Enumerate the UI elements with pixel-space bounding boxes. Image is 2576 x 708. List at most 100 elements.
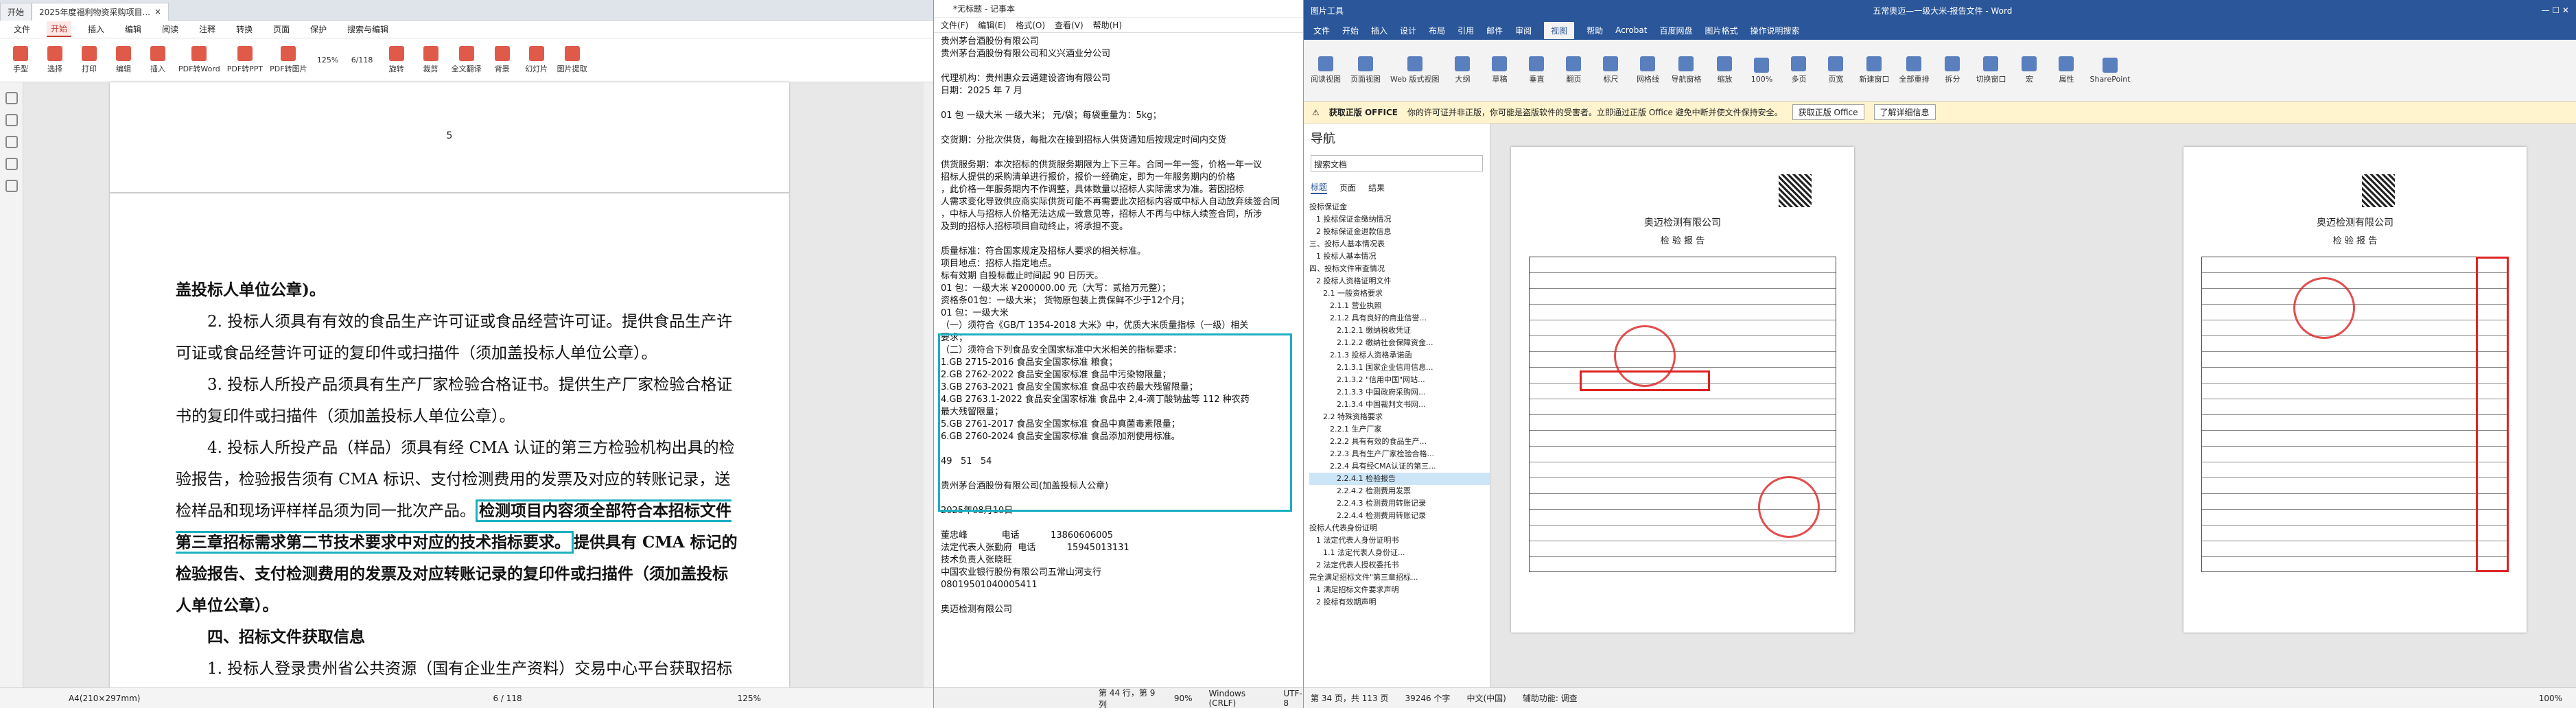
menu-edit[interactable]: 编辑(E) xyxy=(978,19,1006,31)
menu-insert[interactable]: 插入 xyxy=(84,22,108,36)
nav-heading-item[interactable]: 四、投标文件审查情况 xyxy=(1309,263,1490,275)
translate-button[interactable]: 全文翻译 xyxy=(452,46,482,74)
ribbon-tab[interactable]: 视图 xyxy=(1544,21,1575,39)
menu-view[interactable]: 查看(V) xyxy=(1055,19,1084,31)
menu-edit[interactable]: 编辑 xyxy=(121,22,145,36)
nav-tab-headings[interactable]: 标题 xyxy=(1311,181,1328,194)
nav-heading-item[interactable]: 2 投标有效期声明 xyxy=(1309,596,1490,609)
nav-heading-item[interactable]: 2 法定代表人授权委托书 xyxy=(1309,559,1490,571)
page-field[interactable]: 6/118 xyxy=(349,56,376,64)
ribbon-button[interactable]: 全部重排 xyxy=(1899,56,1929,84)
ribbon-tab[interactable]: 引用 xyxy=(1457,25,1474,36)
ribbon-button[interactable]: 切换窗口 xyxy=(1976,56,2006,84)
ribbon-button[interactable]: 宏 xyxy=(2015,56,2043,84)
menu-file[interactable]: 文件 xyxy=(10,22,34,36)
ribbon-button[interactable]: 草稿 xyxy=(1486,56,1513,84)
nav-heading-item[interactable]: 三、投标人基本情况表 xyxy=(1309,238,1490,250)
print-button[interactable]: 打印 xyxy=(75,46,103,74)
slideshow-button[interactable]: 幻灯片 xyxy=(523,46,550,74)
pdf-tab-home[interactable]: 开始 xyxy=(0,2,32,21)
nav-heading-item[interactable]: 2.1.3.2 "信用中国"网站... xyxy=(1309,374,1490,386)
pdf-to-ppt-button[interactable]: PDF转PPT xyxy=(227,46,263,74)
nav-heading-item[interactable]: 2.1.3.4 中国裁判文书网... xyxy=(1309,399,1490,411)
learn-more-button[interactable]: 了解详细信息 xyxy=(1873,104,1936,120)
nav-heading-item[interactable]: 2.1.2.2 缴纳社会保障资金... xyxy=(1309,337,1490,349)
ribbon-button[interactable]: 属性 xyxy=(2052,56,2080,84)
ribbon-tab[interactable]: 邮件 xyxy=(1486,25,1503,36)
nav-tab-pages[interactable]: 页面 xyxy=(1339,182,1356,193)
attachment-icon[interactable] xyxy=(5,180,18,192)
menu-convert[interactable]: 转换 xyxy=(232,22,257,36)
window-controls[interactable]: — ☐ ✕ xyxy=(2542,5,2569,15)
nav-heading-item[interactable]: 2.1.1 营业执照 xyxy=(1309,300,1490,312)
rotate-button[interactable]: 旋转 xyxy=(383,46,410,74)
ribbon-tab[interactable]: 开始 xyxy=(1342,25,1359,36)
hand-tool-button[interactable]: 手型 xyxy=(7,46,34,74)
ribbon-button[interactable]: 大纲 xyxy=(1449,56,1476,84)
ribbon-tab[interactable]: 设计 xyxy=(1400,25,1416,36)
extract-image-button[interactable]: 图片提取 xyxy=(557,46,587,74)
menu-read[interactable]: 阅读 xyxy=(158,22,183,36)
ribbon-tab[interactable]: 操作说明搜索 xyxy=(1750,25,1799,36)
menu-format[interactable]: 格式(O) xyxy=(1016,19,1045,31)
ribbon-tab[interactable]: 插入 xyxy=(1371,25,1387,36)
nav-heading-item[interactable]: 2 投标保证金退款信息 xyxy=(1309,226,1490,238)
ribbon-tab[interactable]: 布局 xyxy=(1429,25,1445,36)
nav-heading-item[interactable]: 2.2.4 具有经CMA认证的第三... xyxy=(1309,460,1490,473)
pdf-to-word-button[interactable]: PDF转Word xyxy=(178,46,220,74)
nav-heading-item[interactable]: 2.2.4.2 检测费用发票 xyxy=(1309,485,1490,497)
nav-heading-item[interactable]: 1 投标人基本情况 xyxy=(1309,250,1490,263)
zoom-indicator[interactable]: 125% xyxy=(738,694,761,703)
comment-icon[interactable] xyxy=(5,136,18,148)
edit-button[interactable]: 编辑 xyxy=(110,46,137,74)
nav-heading-item[interactable]: 投标保证金 xyxy=(1309,201,1490,213)
ribbon-tab[interactable]: 帮助 xyxy=(1586,25,1603,36)
select-tool-button[interactable]: 选择 xyxy=(41,46,69,74)
ribbon-button[interactable]: 页宽 xyxy=(1822,56,1849,84)
thumbnail-icon[interactable] xyxy=(5,92,18,104)
crop-button[interactable]: 裁剪 xyxy=(417,46,445,74)
ribbon-tab[interactable]: 审阅 xyxy=(1515,25,1532,36)
ribbon-button[interactable]: 垂直 xyxy=(1523,56,1550,84)
ribbon-button[interactable]: 网格线 xyxy=(1634,56,1661,84)
menu-annotate[interactable]: 注释 xyxy=(195,22,220,36)
nav-search-input[interactable]: 搜索文档 xyxy=(1311,155,1483,172)
pdf-scrollbar[interactable] xyxy=(924,82,933,687)
nav-heading-item[interactable]: 1 投标保证金缴纳情况 xyxy=(1309,213,1490,226)
menu-home[interactable]: 开始 xyxy=(47,21,72,37)
ribbon-button[interactable]: 标尺 xyxy=(1597,56,1624,84)
nav-tab-results[interactable]: 结果 xyxy=(1368,182,1385,193)
zoom-field[interactable]: 125% xyxy=(314,56,342,64)
zoom-level[interactable]: 100% xyxy=(2539,694,2562,703)
nav-heading-item[interactable]: 2.2.4.3 检测费用转账记录 xyxy=(1309,497,1490,510)
nav-heading-item[interactable]: 1 满足招标文件要求声明 xyxy=(1309,584,1490,596)
search-icon[interactable] xyxy=(5,158,18,170)
background-button[interactable]: 背景 xyxy=(489,46,516,74)
ribbon-button[interactable]: 翻页 xyxy=(1560,56,1587,84)
nav-heading-item[interactable]: 2.2.1 生产厂家 xyxy=(1309,423,1490,436)
nav-heading-item[interactable]: 1.1 法定代表人身份证... xyxy=(1309,547,1490,559)
nav-heading-item[interactable]: 2.2.3 具有生产厂家检验合格... xyxy=(1309,448,1490,460)
menu-file[interactable]: 文件(F) xyxy=(941,19,968,31)
ribbon-button[interactable]: 阅读视图 xyxy=(1311,56,1341,84)
nav-heading-item[interactable]: 2.1.2 具有良好的商业信誉... xyxy=(1309,312,1490,324)
ribbon-tab[interactable]: 文件 xyxy=(1313,25,1330,36)
nav-heading-item[interactable]: 2.1.2.1 缴纳税收凭证 xyxy=(1309,324,1490,337)
ribbon-button[interactable]: 多页 xyxy=(1785,56,1812,84)
ribbon-tab[interactable]: Acrobat xyxy=(1615,25,1647,35)
nav-heading-item[interactable]: 完全满足招标文件"第三章招标... xyxy=(1309,571,1490,584)
nav-heading-item[interactable]: 2.1.3 投标人资格承诺函 xyxy=(1309,349,1490,362)
ribbon-button[interactable]: SharePoint xyxy=(2089,57,2131,84)
insert-button[interactable]: 插入 xyxy=(144,46,172,74)
ribbon-button[interactable]: 100% xyxy=(1748,57,1775,84)
ribbon-tab[interactable]: 图片格式 xyxy=(1705,25,1737,36)
ribbon-button[interactable]: 缩放 xyxy=(1711,56,1738,84)
ribbon-button[interactable]: 拆分 xyxy=(1939,56,1966,84)
bookmark-icon[interactable] xyxy=(5,114,18,126)
ribbon-button[interactable]: 新建窗口 xyxy=(1859,56,1889,84)
ribbon-button[interactable]: 页面视图 xyxy=(1350,56,1381,84)
nav-heading-item[interactable]: 投标人代表身份证明 xyxy=(1309,522,1490,534)
menu-search-edit[interactable]: 搜索与编辑 xyxy=(343,22,393,36)
nav-heading-item[interactable]: 2 投标人资格证明文件 xyxy=(1309,275,1490,287)
get-genuine-office-button[interactable]: 获取正版 Office xyxy=(1792,104,1864,120)
